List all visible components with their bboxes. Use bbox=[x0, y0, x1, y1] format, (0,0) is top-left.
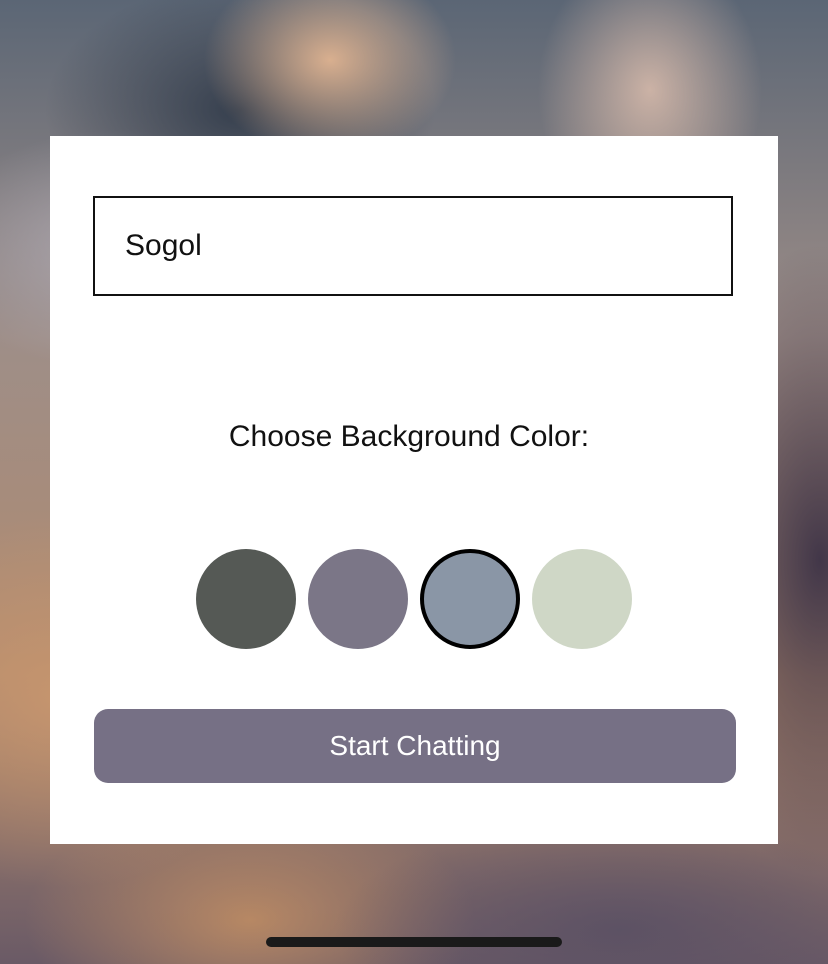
home-indicator bbox=[266, 937, 562, 947]
color-swatch-sage-green[interactable] bbox=[532, 549, 632, 649]
start-card: Choose Background Color: Start Chatting bbox=[50, 136, 778, 844]
color-swatch-dark-gray[interactable] bbox=[196, 549, 296, 649]
app-screen: Choose Background Color: Start Chatting bbox=[0, 0, 828, 964]
start-chatting-button[interactable]: Start Chatting bbox=[94, 709, 736, 783]
name-input[interactable] bbox=[93, 196, 733, 296]
color-swatch-blue-gray[interactable] bbox=[420, 549, 520, 649]
choose-color-label: Choose Background Color: bbox=[228, 420, 590, 453]
color-swatch-purple-gray[interactable] bbox=[308, 549, 408, 649]
color-swatches bbox=[196, 549, 632, 649]
